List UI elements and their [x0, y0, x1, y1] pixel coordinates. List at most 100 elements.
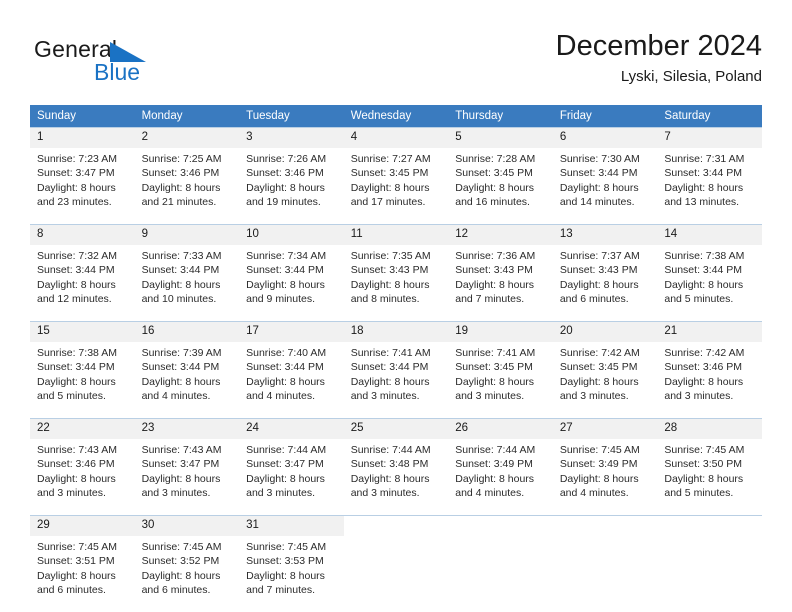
- calendar-day-cell[interactable]: 19 Sunrise: 7:41 AM Sunset: 3:45 PM Dayligh…: [448, 321, 553, 411]
- calendar-week-row: 15 Sunrise: 7:38 AM Sunset: 3:44 PM Dayligh…: [30, 321, 762, 411]
- daylight-duration-line2: and 6 minutes.: [559, 293, 629, 306]
- calendar-page: General Blue December 2024 Lyski, Silesi…: [0, 0, 792, 612]
- calendar-day-cell[interactable]: 9 Sunrise: 7:33 AM Sunset: 3:44 PM Daylight…: [134, 224, 240, 314]
- day-cell-body: 22 Sunrise: 7:43 AM Sunset: 3:46 PM Dayligh…: [30, 418, 135, 508]
- calendar-day-cell[interactable]: 6 Sunrise: 7:30 AM Sunset: 3:44 PM Daylight…: [552, 127, 658, 217]
- spacer-cell: [30, 314, 762, 321]
- day-number: 19: [448, 322, 553, 342]
- title-block: December 2024 Lyski, Silesia, Poland: [556, 28, 762, 88]
- week-row-spacer: [30, 411, 762, 418]
- calendar-week-row: 1 Sunrise: 7:23 AM Sunset: 3:47 PM Daylight…: [30, 127, 762, 217]
- calendar-day-cell[interactable]: 27 Sunrise: 7:45 AM Sunset: 3:49 PM Dayligh…: [552, 418, 658, 508]
- day-details: Sunrise: 7:45 AM Sunset: 3:53 PM Daylight:…: [239, 536, 344, 598]
- sunset-time: Sunset: 3:44 PM: [246, 264, 324, 277]
- daylight-duration-line1: Daylight: 8 hours: [141, 278, 221, 291]
- day-number: 20: [552, 322, 658, 342]
- day-number: 12: [448, 225, 553, 245]
- sunrise-time: Sunrise: 7:25 AM: [141, 153, 222, 165]
- calendar-day-cell[interactable]: 11 Sunrise: 7:35 AM Sunset: 3:43 PM Dayligh…: [343, 224, 449, 314]
- weekday-header-friday: Friday: [552, 105, 658, 127]
- calendar-day-cell[interactable]: 12 Sunrise: 7:36 AM Sunset: 3:43 PM Dayligh…: [448, 224, 553, 314]
- daylight-duration-line2: and 5 minutes.: [664, 293, 734, 306]
- sunset-time: Sunset: 3:46 PM: [37, 458, 115, 471]
- calendar-day-cell[interactable]: 17 Sunrise: 7:40 AM Sunset: 3:44 PM Dayligh…: [239, 321, 344, 411]
- daylight-duration-line1: Daylight: 8 hours: [350, 472, 430, 485]
- calendar-day-cell[interactable]: 23 Sunrise: 7:43 AM Sunset: 3:47 PM Dayligh…: [134, 418, 240, 508]
- calendar-day-cell[interactable]: 14 Sunrise: 7:38 AM Sunset: 3:44 PM Dayligh…: [657, 224, 762, 314]
- daylight-duration-line1: Daylight: 8 hours: [664, 181, 744, 194]
- day-number: 9: [134, 225, 240, 245]
- calendar-day-cell[interactable]: 18 Sunrise: 7:41 AM Sunset: 3:44 PM Dayligh…: [343, 321, 449, 411]
- daylight-duration-line2: and 9 minutes.: [246, 293, 316, 306]
- day-number: [448, 516, 553, 536]
- calendar-day-cell[interactable]: 20 Sunrise: 7:42 AM Sunset: 3:45 PM Dayligh…: [552, 321, 658, 411]
- day-details: Sunrise: 7:39 AM Sunset: 3:44 PM Daylight:…: [135, 342, 240, 404]
- sunrise-time: Sunrise: 7:38 AM: [37, 347, 117, 359]
- day-cell-body: 8 Sunrise: 7:32 AM Sunset: 3:44 PM Daylight…: [30, 224, 135, 314]
- day-details: Sunrise: 7:35 AM Sunset: 3:43 PM Daylight:…: [344, 245, 449, 307]
- calendar-day-cell[interactable]: 8 Sunrise: 7:32 AM Sunset: 3:44 PM Daylight…: [30, 224, 135, 314]
- calendar-day-cell[interactable]: 1 Sunrise: 7:23 AM Sunset: 3:47 PM Daylight…: [30, 127, 135, 217]
- daylight-duration-line2: and 3 minutes.: [37, 487, 106, 500]
- sunrise-time: Sunrise: 7:45 AM: [559, 444, 640, 456]
- calendar-day-cell[interactable]: 22 Sunrise: 7:43 AM Sunset: 3:46 PM Dayligh…: [30, 418, 135, 508]
- day-cell-body: 5 Sunrise: 7:28 AM Sunset: 3:45 PM Daylight…: [448, 127, 553, 217]
- daylight-duration-line1: Daylight: 8 hours: [455, 472, 535, 485]
- calendar-day-cell[interactable]: 26 Sunrise: 7:44 AM Sunset: 3:49 PM Dayligh…: [448, 418, 553, 508]
- calendar-day-cell[interactable]: 15 Sunrise: 7:38 AM Sunset: 3:44 PM Dayligh…: [30, 321, 135, 411]
- calendar-day-cell[interactable]: 4 Sunrise: 7:27 AM Sunset: 3:45 PM Daylight…: [343, 127, 449, 217]
- calendar-day-cell[interactable]: 10 Sunrise: 7:34 AM Sunset: 3:44 PM Dayligh…: [239, 224, 344, 314]
- day-number: 16: [134, 322, 240, 342]
- week-row-spacer: [30, 508, 762, 515]
- daylight-duration-line1: Daylight: 8 hours: [246, 472, 325, 485]
- day-number: 3: [239, 128, 344, 148]
- daylight-duration-line1: Daylight: 8 hours: [246, 375, 325, 388]
- calendar-day-cell[interactable]: 2 Sunrise: 7:25 AM Sunset: 3:46 PM Daylight…: [134, 127, 240, 217]
- day-number: 24: [239, 419, 344, 439]
- daylight-duration-line1: Daylight: 8 hours: [664, 375, 744, 388]
- calendar-body: 1 Sunrise: 7:23 AM Sunset: 3:47 PM Daylight…: [30, 127, 762, 605]
- weekday-header-monday: Monday: [134, 105, 240, 127]
- calendar-day-cell[interactable]: 7 Sunrise: 7:31 AM Sunset: 3:44 PM Daylight…: [657, 127, 762, 217]
- calendar-day-cell[interactable]: 31 Sunrise: 7:45 AM Sunset: 3:53 PM Dayligh…: [239, 515, 344, 605]
- calendar-day-cell[interactable]: 16 Sunrise: 7:39 AM Sunset: 3:44 PM Dayligh…: [134, 321, 240, 411]
- calendar-day-cell-empty: [448, 515, 553, 605]
- sunset-time: Sunset: 3:45 PM: [455, 361, 533, 374]
- sunset-time: Sunset: 3:48 PM: [350, 458, 429, 471]
- day-cell-body: [343, 515, 449, 605]
- day-details: Sunrise: 7:45 AM Sunset: 3:51 PM Daylight:…: [30, 536, 135, 598]
- daylight-duration-line1: Daylight: 8 hours: [664, 278, 744, 291]
- daylight-duration-line1: Daylight: 8 hours: [559, 375, 639, 388]
- daylight-duration-line2: and 6 minutes.: [37, 584, 106, 597]
- calendar-day-cell[interactable]: 21 Sunrise: 7:42 AM Sunset: 3:46 PM Dayligh…: [657, 321, 762, 411]
- calendar-day-cell[interactable]: 24 Sunrise: 7:44 AM Sunset: 3:47 PM Dayligh…: [239, 418, 344, 508]
- calendar-day-cell[interactable]: 29 Sunrise: 7:45 AM Sunset: 3:51 PM Dayligh…: [30, 515, 135, 605]
- day-details: Sunrise: 7:36 AM Sunset: 3:43 PM Daylight:…: [448, 245, 553, 307]
- calendar-day-cell-empty: [657, 515, 762, 605]
- day-cell-body: 29 Sunrise: 7:45 AM Sunset: 3:51 PM Dayligh…: [30, 515, 135, 605]
- day-cell-body: 20 Sunrise: 7:42 AM Sunset: 3:45 PM Dayligh…: [552, 321, 658, 411]
- sunset-time: Sunset: 3:44 PM: [664, 264, 743, 277]
- calendar-day-cell[interactable]: 25 Sunrise: 7:44 AM Sunset: 3:48 PM Dayligh…: [343, 418, 449, 508]
- sunrise-time: Sunrise: 7:30 AM: [559, 153, 640, 165]
- daylight-duration-line1: Daylight: 8 hours: [141, 569, 221, 582]
- calendar-day-cell[interactable]: 28 Sunrise: 7:45 AM Sunset: 3:50 PM Dayligh…: [657, 418, 762, 508]
- brand-logo[interactable]: General Blue: [34, 36, 264, 92]
- calendar-day-cell[interactable]: 3 Sunrise: 7:26 AM Sunset: 3:46 PM Daylight…: [239, 127, 344, 217]
- day-number: 25: [343, 419, 449, 439]
- daylight-duration-line1: Daylight: 8 hours: [37, 472, 116, 485]
- day-cell-body: 28 Sunrise: 7:45 AM Sunset: 3:50 PM Dayligh…: [657, 418, 762, 508]
- day-details: Sunrise: 7:44 AM Sunset: 3:47 PM Daylight:…: [239, 439, 344, 501]
- day-number: 18: [343, 322, 449, 342]
- daylight-duration-line1: Daylight: 8 hours: [246, 569, 325, 582]
- sunset-time: Sunset: 3:47 PM: [37, 167, 115, 180]
- sunrise-time: Sunrise: 7:33 AM: [141, 250, 222, 262]
- sunrise-time: Sunrise: 7:35 AM: [350, 250, 431, 262]
- day-cell-body: 21 Sunrise: 7:42 AM Sunset: 3:46 PM Dayligh…: [657, 321, 762, 411]
- daylight-duration-line2: and 3 minutes.: [141, 487, 211, 500]
- calendar-day-cell[interactable]: 5 Sunrise: 7:28 AM Sunset: 3:45 PM Daylight…: [448, 127, 553, 217]
- daylight-duration-line1: Daylight: 8 hours: [350, 181, 430, 194]
- calendar-day-cell[interactable]: 30 Sunrise: 7:45 AM Sunset: 3:52 PM Dayligh…: [134, 515, 240, 605]
- daylight-duration-line1: Daylight: 8 hours: [559, 278, 639, 291]
- calendar-day-cell[interactable]: 13 Sunrise: 7:37 AM Sunset: 3:43 PM Dayligh…: [552, 224, 658, 314]
